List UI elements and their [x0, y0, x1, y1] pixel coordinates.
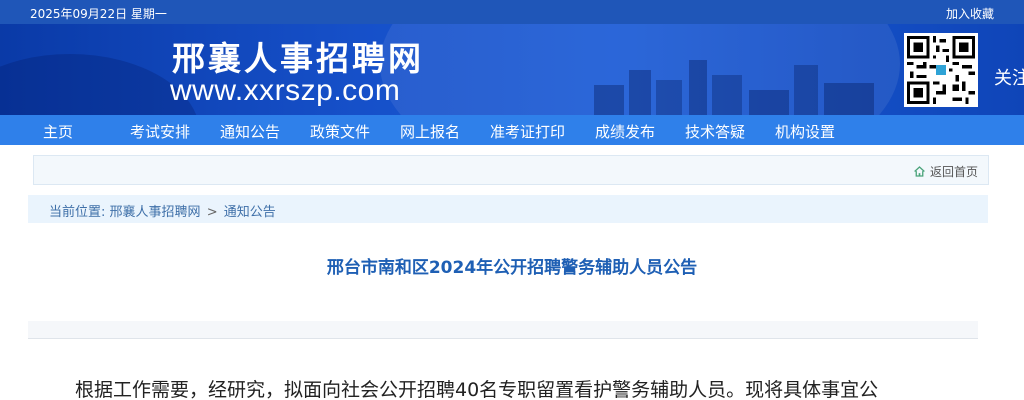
back-bar: 返回首页 [33, 155, 989, 185]
qr-code-icon [904, 33, 978, 107]
nav-item-policies[interactable]: 政策文件 [310, 121, 370, 142]
title-divider [28, 321, 978, 339]
nav-item-admission-ticket[interactable]: 准考证打印 [490, 121, 565, 142]
breadcrumb-section-link[interactable]: 通知公告 [224, 205, 276, 220]
back-home-label: 返回首页 [929, 165, 978, 179]
breadcrumb-site-link[interactable]: 邢襄人事招聘网 [110, 205, 201, 220]
nav-item-exam-schedule[interactable]: 考试安排 [130, 121, 190, 142]
nav-item-organization[interactable]: 机构设置 [775, 121, 835, 142]
nav-item-tech-support[interactable]: 技术答疑 [685, 121, 745, 142]
site-banner: 邢襄人事招聘网 www.xxrszp.com 关注 [0, 24, 1024, 115]
nav-item-home[interactable]: 主页 [43, 121, 73, 142]
article-paragraph: 根据工作需要，经研究，拟面向社会公开招聘40名专职留置看护警务辅助人员。现将具体… [75, 379, 879, 400]
home-icon [914, 166, 925, 177]
site-url[interactable]: www.xxrszp.com [170, 74, 400, 108]
article-title: 邢台市南和区2024年公开招聘警务辅助人员公告 [326, 258, 698, 278]
current-date: 2025年09月22日 星期一 [30, 7, 167, 21]
city-skyline-graphic [594, 60, 874, 115]
nav-item-scores[interactable]: 成绩发布 [595, 121, 655, 142]
main-nav: 主页 考试安排 通知公告 政策文件 网上报名 准考证打印 成绩发布 技术答疑 机… [0, 115, 1024, 145]
site-name[interactable]: 邢襄人事招聘网 [172, 32, 424, 80]
add-favorite-link[interactable]: 加入收藏 [946, 5, 994, 22]
breadcrumb-prefix: 当前位置: [49, 205, 106, 220]
breadcrumb-separator: > [206, 205, 218, 220]
back-home-button[interactable]: 返回首页 [913, 163, 978, 180]
top-bar: 2025年09月22日 星期一 加入收藏 [0, 0, 1024, 24]
follow-label: 关注 [994, 68, 1024, 89]
breadcrumb: 当前位置: 邢襄人事招聘网 > 通知公告 [28, 195, 988, 223]
nav-item-notices[interactable]: 通知公告 [220, 121, 280, 142]
nav-item-online-registration[interactable]: 网上报名 [400, 121, 460, 142]
